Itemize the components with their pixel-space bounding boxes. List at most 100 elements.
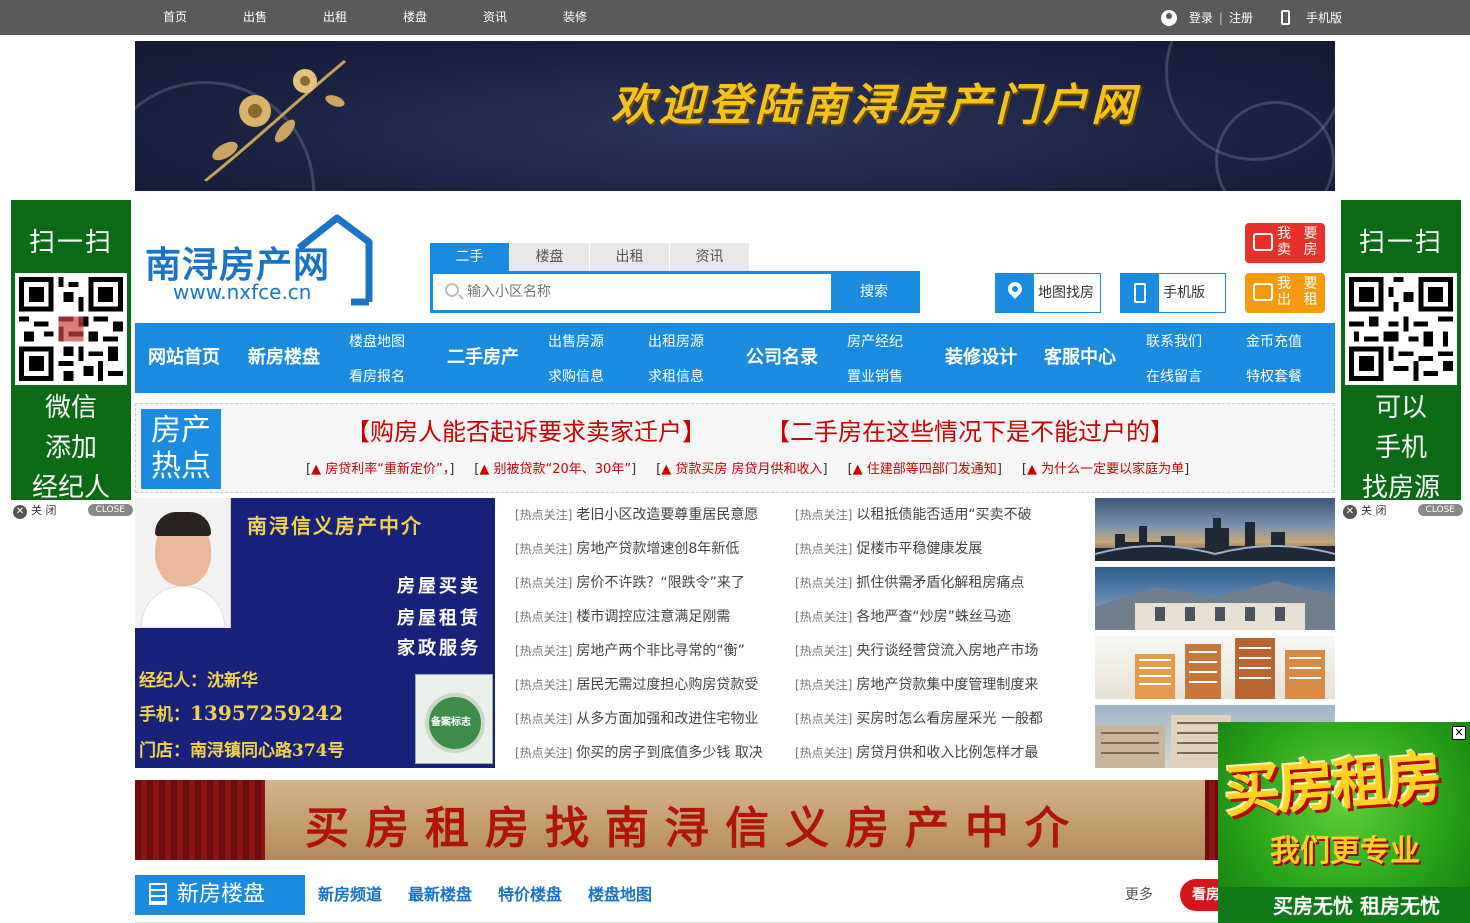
hot-sub-item[interactable]: [▲ 别被贷款“20年、30年”] [474,458,636,477]
news-thumb-villa[interactable] [1095,567,1335,630]
nav-sale-listings[interactable]: 出售房源 [548,331,604,351]
news-item[interactable]: [热点关注] 房地产贷款集中度管理制度来 [795,670,1065,704]
top-nav-news[interactable]: 资讯 [455,0,535,35]
news-item[interactable]: [热点关注] 你买的房子到底值多少钱 取决 [515,738,785,772]
nav-coin[interactable]: 金币充值 [1246,331,1302,351]
hot-badge-line2: 热点 [151,449,211,484]
top-nav-decor[interactable]: 装修 [535,0,615,35]
hot-headline-1[interactable]: 【购房人能否起诉要求卖家迁户】 [346,412,706,447]
rent-out-button[interactable]: 我 要 出 租 [1245,273,1325,313]
hot-sub-item[interactable]: [▲ 住建部等四部门发通知] [848,458,1002,477]
popup-close-icon[interactable]: ✕ [1452,726,1466,740]
nav-buy-requests[interactable]: 求购信息 [548,366,604,386]
hot-badge-line1: 房产 [151,413,211,448]
right-text-2: 手机 [1374,433,1427,463]
link-latest-estates[interactable]: 最新楼盘 [408,875,472,915]
hot-headline-2[interactable]: 【二手房在这些情况下是不能过户的】 [766,412,1174,447]
agent-phone-label: 手机： [139,705,190,725]
nav-home[interactable]: 网站首页 [148,323,220,393]
news-item[interactable]: [热点关注] 房贷月供和收入比例怎样才最 [795,738,1065,772]
nav-service[interactable]: 客服中心 [1044,323,1116,393]
tag-icon [1253,233,1273,251]
news-item[interactable]: [热点关注] 房地产贷款增速创8年新低 [515,534,785,568]
news-item[interactable]: [热点关注] 从多方面加强和改进住宅物业 [515,704,785,738]
nav-newhouse[interactable]: 新房楼盘 [248,323,320,393]
nav-agent[interactable]: 房产经纪 [847,331,903,351]
left-float-close[interactable]: ✕ 关 闭 CLOSE [13,502,133,519]
nav-vip[interactable]: 特权套餐 [1246,366,1302,386]
news-thumb-buildings[interactable] [1095,636,1335,699]
left-close-wrap: ✕ 关 闭 [13,502,57,519]
hot-sub-item[interactable]: [▲ 贷款买房 房贷月供和收入] [656,458,827,477]
news-item[interactable]: [热点关注] 以租抵债能否适用“买卖不破 [795,500,1065,534]
hot-sub-item[interactable]: [▲ 房贷利率“重新定价”，] [306,458,454,477]
top-nav-estate[interactable]: 楼盘 [375,0,455,35]
mobile-version-button[interactable]: 手机版 [1120,273,1226,313]
right-float-close[interactable]: ✕ 关 闭 CLOSE [1343,502,1463,519]
agent-ad-card[interactable]: 南浔信义房产中介 房屋买卖 房屋租赁 家政服务 经纪人：沈新华 手机：13957… [135,498,495,768]
welcome-banner[interactable]: 欢迎登陆南浔房产门户网 [135,41,1335,191]
news-item[interactable]: [热点关注] 抓住供需矛盾化解租房痛点 [795,568,1065,602]
site-logo[interactable]: 南浔房产网 www.nxfce.cn [145,214,385,309]
right-close-label: 关 闭 [1361,503,1387,517]
top-nav-sale[interactable]: 出售 [215,0,295,35]
right-text-1: 可以 [1374,393,1427,423]
hot-sub-item[interactable]: [▲ 为什么一定要以家庭为单] [1022,458,1189,477]
nav-rent-requests[interactable]: 求租信息 [648,366,704,386]
news-item[interactable]: [热点关注] 各地严查“炒房”蛛丝马迹 [795,602,1065,636]
search-tab-secondhand[interactable]: 二手 [430,243,510,271]
news-item[interactable]: [热点关注] 房地产两个非比寻常的“衡” [515,636,785,670]
search-tab-rent[interactable]: 出租 [590,243,670,271]
right-close-wrap: ✕ 关 闭 [1343,502,1387,519]
news-item[interactable]: [热点关注] 老旧小区改造要尊重居民意愿 [515,500,785,534]
apartment-buildings-image [1135,638,1325,699]
nav-signup[interactable]: 看房报名 [349,366,405,386]
nav-decor[interactable]: 装修设计 [945,323,1017,393]
nav-contact[interactable]: 联系我们 [1146,331,1202,351]
sell-house-button[interactable]: 我 要 卖 房 [1245,223,1325,263]
news-list-left: [热点关注] 老旧小区改造要尊重居民意愿 [热点关注] 房地产贷款增速创8年新低 [… [515,500,785,772]
left-qr-code [15,273,127,385]
news-item[interactable]: [热点关注] 央行谈经营贷流入房地产市场 [795,636,1065,670]
news-thumb-city[interactable] [1095,498,1335,561]
news-item[interactable]: [热点关注] 促楼市平稳健康发展 [795,534,1065,568]
link-estate-map[interactable]: 楼盘地图 [588,875,652,915]
search-tab-estate[interactable]: 楼盘 [510,243,590,271]
link-discount-estates[interactable]: 特价楼盘 [498,875,562,915]
nav-sales[interactable]: 置业销售 [847,366,903,386]
top-nav: 首页 出售 出租 楼盘 资讯 装修 [135,0,615,35]
right-text-3: 找房源 [1361,473,1440,503]
map-search-button[interactable]: 地图找房 [995,273,1101,313]
news-item[interactable]: [热点关注] 买房时怎么看房屋采光 一般都 [795,704,1065,738]
search-tab-news[interactable]: 资讯 [670,243,750,271]
nav-message[interactable]: 在线留言 [1146,366,1202,386]
mobile-icon-bg [1121,274,1159,312]
news-item[interactable]: [热点关注] 房价不许跌？“限跌令”来了 [515,568,785,602]
nav-secondhand[interactable]: 二手房产 [447,323,519,393]
map-pin-icon [1005,279,1025,299]
popup-ad[interactable]: 买房租房 我们更专业 买房无忧 租房无忧 ✕ [1218,722,1470,923]
agency-banner[interactable]: 买房租房找南浔信义房产中介 [135,780,1335,860]
link-new-channel[interactable]: 新房频道 [318,875,382,915]
agent-service-1: 房屋买卖 [397,576,481,597]
news-item[interactable]: [热点关注] 居民无需过度担心购房贷款受 [515,670,785,704]
agent-phone: 13957259242 [190,701,344,725]
register-link[interactable]: 注册 [1229,9,1253,26]
building-icon [149,883,167,905]
agency-banner-title: 买房租房找南浔信义房产中介 [305,803,1085,854]
qr-icon [1349,277,1453,381]
nav-company[interactable]: 公司名录 [746,323,818,393]
login-separator: | [1218,10,1223,25]
rent-label: 我 要 出 租 [1277,276,1321,308]
search-button[interactable]: 搜索 [831,274,917,310]
nav-estate-map[interactable]: 楼盘地图 [349,331,405,351]
mobile-link[interactable]: 手机版 [1306,9,1342,26]
top-nav-home[interactable]: 首页 [135,0,215,35]
login-link[interactable]: 登录 [1189,9,1213,26]
nav-rent-listings[interactable]: 出租房源 [648,331,704,351]
news-item[interactable]: [热点关注] 楼市调控应注意满足刚需 [515,602,785,636]
more-link[interactable]: 更多 [1125,875,1153,915]
top-nav-rent[interactable]: 出租 [295,0,375,35]
search-icon [445,283,459,297]
search-input[interactable] [467,280,827,304]
